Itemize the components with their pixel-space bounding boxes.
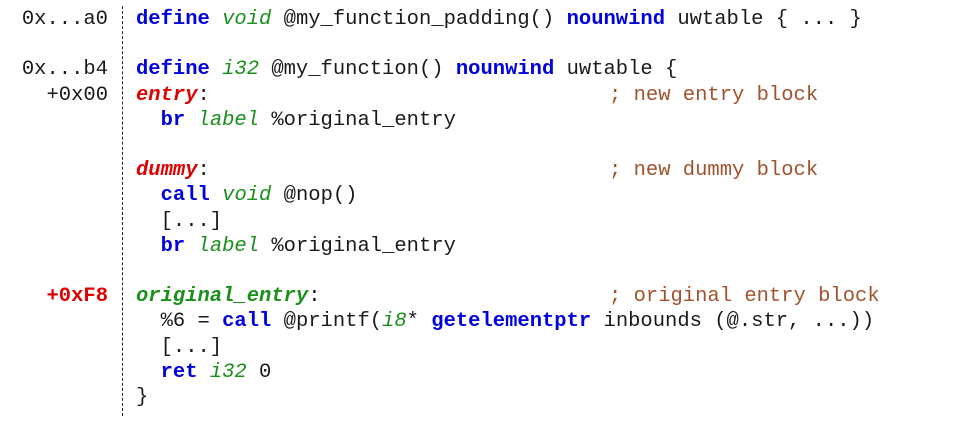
keyword-token: nounwind (566, 8, 666, 31)
comment-text: ; new entry block (609, 83, 819, 107)
code-token: @nop() (271, 184, 358, 208)
keyword-token: define (136, 58, 210, 82)
code-token: %original_entry (259, 234, 456, 258)
code-token: * (406, 310, 432, 334)
source-text: define void @my_function_padding() nounw… (136, 7, 862, 32)
code-token: inbounds (@.str, ...)) (591, 310, 875, 334)
code-token: 0 (246, 360, 272, 384)
code-token: %original_entry (259, 108, 456, 132)
source-text: } (136, 385, 148, 410)
code-token: @my_function_padding() (271, 8, 567, 31)
address-label: +0x00 (46, 83, 108, 107)
comment-text: ; new dummy block (609, 159, 819, 183)
type-token: void (222, 184, 272, 208)
code-token: @printf( (271, 310, 383, 334)
keyword-token: call (160, 184, 210, 208)
code-token: } (136, 386, 149, 409)
source-text: ret i32 0 (136, 360, 272, 385)
type-token: i8 (382, 310, 407, 334)
code-token: : (308, 285, 321, 309)
block-label-token: dummy (136, 159, 198, 183)
source-text: %6 = call @printf(i8* getelementptr inbo… (136, 309, 875, 334)
code-token: @my_function() (259, 58, 456, 82)
address-label: 0x...a0 (21, 8, 108, 31)
source-text: dummy: (136, 158, 210, 183)
address-label: 0x...b4 (21, 58, 108, 82)
code-token: uwtable { (554, 58, 678, 82)
code-listing: 0x...a0 define void @my_function_padding(… (0, 0, 954, 422)
source-text: entry: (136, 83, 210, 108)
source-text: define i32 @my_function() nounwind uwtab… (136, 57, 677, 82)
source-text: call void @nop() (136, 183, 358, 208)
keyword-token: br (160, 234, 186, 258)
type-token: label (197, 108, 260, 132)
source-text: original_entry: (136, 284, 321, 309)
source-text: br label %original_entry (136, 234, 456, 259)
keyword-token: nounwind (455, 58, 555, 82)
source-text: [...] (136, 335, 223, 360)
address-label: +0xF8 (46, 285, 108, 309)
keyword-token: define (136, 8, 210, 31)
comment-text: ; original entry block (609, 285, 880, 309)
code-token: [...] (136, 209, 223, 233)
code-token: : (197, 159, 210, 183)
block-label-token: original_entry (136, 285, 309, 309)
type-token: i32 (209, 360, 247, 384)
code-token: : (197, 83, 210, 107)
address-divider (122, 6, 123, 416)
source-text: [...] (136, 209, 223, 234)
type-token: label (197, 234, 260, 258)
code-token: [...] (136, 335, 223, 359)
source-text: br label %original_entry (136, 108, 456, 133)
code-token: uwtable { ... } (665, 8, 862, 31)
type-token: void (222, 8, 272, 31)
code-token: %6 = (136, 310, 223, 334)
keyword-token: call (222, 310, 272, 334)
keyword-token: getelementptr (431, 310, 592, 334)
type-token: i32 (222, 58, 260, 82)
keyword-token: br (160, 108, 186, 132)
block-label-token: entry (136, 83, 198, 107)
keyword-token: ret (160, 360, 198, 384)
